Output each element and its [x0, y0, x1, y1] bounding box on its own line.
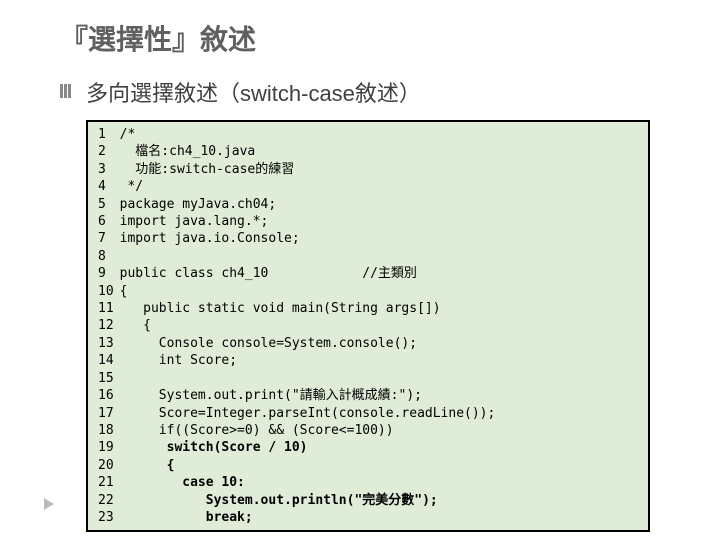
slide-title: 『選擇性』敘述 — [60, 18, 680, 58]
code-lines: /* 檔名:ch4_10.java 功能:switch-case的練習 */ p… — [120, 122, 500, 530]
bullet-icon — [60, 84, 76, 100]
code-block: 1 2 3 4 5 6 7 8 9 10 11 12 13 14 15 16 1… — [86, 120, 650, 532]
line-numbers: 1 2 3 4 5 6 7 8 9 10 11 12 13 14 15 16 1… — [88, 122, 120, 530]
arrow-icon — [44, 498, 54, 510]
subtitle-row: 多向選擇敘述（switch-case敘述） — [60, 76, 680, 108]
slide-subtitle: 多向選擇敘述（switch-case敘述） — [86, 76, 421, 108]
